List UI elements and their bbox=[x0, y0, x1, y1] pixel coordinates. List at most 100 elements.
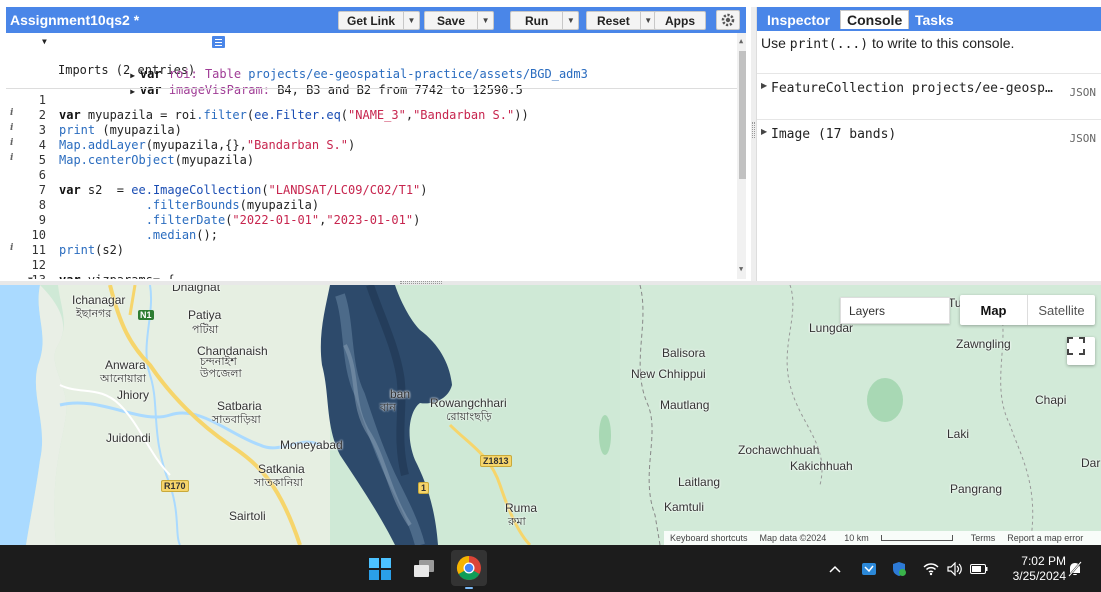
security-tray-button[interactable] bbox=[890, 560, 908, 578]
code-line[interactable]: 1 bbox=[6, 93, 736, 108]
console-entry[interactable]: ▶ Image (17 bands) JSON bbox=[757, 119, 1101, 157]
road-badge: N1 bbox=[138, 310, 154, 320]
map-view[interactable]: Dhaighat Ichanagar ইছানগর Patiya পটিয়া … bbox=[0, 285, 1101, 545]
code-text: var vizparams= { bbox=[59, 273, 175, 279]
place-label-bn: রোয়াংছড়ি bbox=[446, 411, 492, 423]
start-button[interactable] bbox=[366, 555, 394, 583]
map-canvas bbox=[0, 285, 1101, 545]
place-label-bn: পটিয়া bbox=[192, 324, 219, 336]
tab-inspector[interactable]: Inspector bbox=[761, 10, 836, 29]
import-list-icon[interactable] bbox=[212, 36, 225, 48]
splitter-grip-icon bbox=[400, 281, 442, 284]
scroll-up-icon[interactable]: ▲ bbox=[739, 37, 743, 45]
terms-link[interactable]: Terms bbox=[971, 533, 996, 543]
speaker-icon bbox=[947, 562, 962, 576]
code-line[interactable]: 10 .median(); bbox=[6, 228, 736, 243]
json-badge[interactable]: JSON bbox=[1070, 132, 1097, 145]
place-label: Moneyabad bbox=[280, 438, 343, 452]
code-line[interactable]: 7 var s2 = ee.ImageCollection("LANDSAT/LC… bbox=[6, 183, 736, 198]
run-label: Run bbox=[525, 13, 549, 28]
map-type-satellite-button[interactable]: Satellite bbox=[1027, 295, 1095, 325]
info-icon[interactable]: i bbox=[10, 153, 13, 163]
place-label: Zawngling bbox=[956, 337, 1011, 351]
report-map-error-link[interactable]: Report a map error bbox=[1007, 533, 1083, 543]
place-label: Dhaighat bbox=[172, 285, 221, 294]
save-button[interactable]: Save ▼ bbox=[424, 11, 495, 30]
tab-tasks[interactable]: Tasks bbox=[909, 10, 960, 29]
place-label: Patiya bbox=[188, 308, 222, 322]
get-link-dropdown-icon[interactable]: ▼ bbox=[403, 12, 419, 29]
code-line[interactable]: 3 i print (myupazila) bbox=[6, 123, 736, 138]
active-indicator bbox=[465, 587, 473, 589]
code-area[interactable]: ▼ Imports (2 entries) ▶ var roi: Table p… bbox=[6, 33, 746, 279]
code-line[interactable]: 4 i Map.addLayer(myupazila,{},"Bandarban S… bbox=[6, 138, 736, 153]
code-text: Map.centerObject(myupazila) bbox=[59, 153, 255, 167]
console-entry[interactable]: ▶ FeatureCollection projects/ee-geospati… bbox=[757, 73, 1101, 111]
console-entry-text: Image (17 bands) bbox=[771, 127, 897, 142]
editor-scroll-thumb[interactable] bbox=[739, 51, 746, 179]
code-line[interactable]: 8 .filterBounds(myupazila) bbox=[6, 198, 736, 213]
notifications-button[interactable] bbox=[1066, 560, 1084, 578]
code-text: print(s2) bbox=[59, 243, 125, 257]
json-badge[interactable]: JSON bbox=[1070, 86, 1097, 99]
line-number: 1 bbox=[38, 93, 46, 107]
road-badge: 1 bbox=[418, 482, 430, 494]
scale-control[interactable]: 10 km bbox=[838, 533, 959, 543]
apps-button[interactable]: Apps bbox=[654, 11, 706, 30]
tab-console[interactable]: Console bbox=[840, 10, 910, 29]
expand-arrow-icon[interactable]: ▶ bbox=[761, 127, 767, 136]
apps-label: Apps bbox=[665, 13, 695, 28]
code-line[interactable]: 5 i Map.centerObject(myupazila) bbox=[6, 153, 736, 168]
console-hint-suffix: to write to this console. bbox=[868, 35, 1015, 51]
fold-arrow-icon[interactable]: ▼ bbox=[28, 275, 33, 279]
clock[interactable]: 7:02 PM 3/25/2024 bbox=[1000, 554, 1066, 584]
place-label: Sairtoli bbox=[229, 509, 266, 523]
chrome-taskbar-button[interactable] bbox=[451, 550, 487, 589]
info-icon[interactable]: i bbox=[10, 138, 13, 148]
get-link-button[interactable]: Get Link ▼ bbox=[338, 11, 421, 30]
fullscreen-button[interactable] bbox=[1067, 337, 1095, 365]
wifi-button[interactable] bbox=[922, 560, 940, 578]
editor-scrollbar[interactable]: ▲ ▼ bbox=[737, 33, 746, 279]
map-type-map-button[interactable]: Map bbox=[960, 295, 1027, 325]
script-title[interactable]: Assignment10qs2 * bbox=[10, 12, 139, 28]
scroll-down-icon[interactable]: ▼ bbox=[739, 265, 743, 273]
code-line[interactable]: 13▼ var vizparams= { bbox=[6, 273, 736, 279]
expand-arrow-icon[interactable]: ▶ bbox=[761, 81, 767, 90]
info-icon[interactable]: i bbox=[10, 243, 13, 253]
chevron-up-icon bbox=[829, 565, 841, 573]
code-line[interactable]: 6 bbox=[6, 168, 736, 183]
reset-button[interactable]: Reset ▼ bbox=[586, 11, 657, 30]
layers-control[interactable]: Layers bbox=[840, 297, 950, 324]
console-hint: Use print(...) to write to this console. bbox=[761, 35, 1014, 52]
place-label: Dar bbox=[1081, 456, 1101, 470]
line-number: 6 bbox=[38, 168, 46, 182]
code-text: .filterDate("2022-01-01","2023-01-01") bbox=[145, 213, 421, 227]
line-number: 13 bbox=[6, 273, 46, 279]
code-line[interactable]: 9 .filterDate("2022-01-01","2023-01-01") bbox=[6, 213, 736, 228]
volume-button[interactable] bbox=[946, 560, 964, 578]
keyboard-shortcuts-link[interactable]: Keyboard shortcuts bbox=[670, 533, 748, 543]
info-icon[interactable]: i bbox=[10, 108, 13, 118]
task-view-button[interactable] bbox=[410, 555, 438, 583]
code-line[interactable]: 2 i var myupazila = roi.filter(ee.Filter.e… bbox=[6, 108, 736, 123]
shield-icon bbox=[893, 562, 906, 576]
place-label: Balisora bbox=[662, 346, 706, 360]
road-badge: R170 bbox=[161, 480, 189, 492]
settings-button[interactable] bbox=[716, 10, 740, 30]
battery-button[interactable] bbox=[970, 560, 988, 578]
place-label: Juidondi bbox=[106, 431, 151, 445]
info-icon[interactable]: i bbox=[10, 123, 13, 133]
right-tabbar: Inspector Console Tasks bbox=[757, 7, 1101, 31]
code-text: Map.addLayer(myupazila,{},"Bandarban S."… bbox=[59, 138, 356, 152]
tray-app-button[interactable] bbox=[860, 560, 878, 578]
windows-start-icon bbox=[369, 558, 391, 580]
code-line[interactable]: 11 i print(s2) bbox=[6, 243, 736, 258]
run-button[interactable]: Run ▼ bbox=[510, 11, 580, 30]
get-link-label: Get Link bbox=[347, 13, 396, 28]
save-dropdown-icon[interactable]: ▼ bbox=[477, 12, 493, 29]
code-line[interactable]: 12 bbox=[6, 258, 736, 273]
run-dropdown-icon[interactable]: ▼ bbox=[562, 12, 578, 29]
code-editor-panel: Assignment10qs2 * Get Link ▼ Save ▼ Run … bbox=[0, 0, 751, 281]
show-hidden-icons-button[interactable] bbox=[826, 560, 844, 578]
